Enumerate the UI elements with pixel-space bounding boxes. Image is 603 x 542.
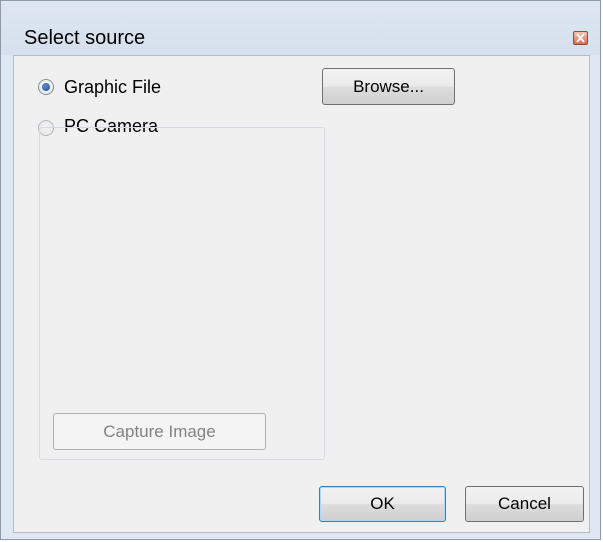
- graphic-file-radio[interactable]: [38, 79, 54, 95]
- browse-button-label: Browse...: [353, 77, 424, 96]
- select-source-dialog: Select source Graphic File PC Camera Bro…: [0, 0, 601, 540]
- title-bar: Select source: [1, 1, 600, 55]
- close-button[interactable]: [573, 31, 588, 45]
- cancel-button[interactable]: Cancel: [465, 486, 584, 522]
- pc-camera-group: [39, 127, 325, 460]
- dialog-title: Select source: [24, 27, 146, 49]
- browse-button[interactable]: Browse...: [322, 68, 455, 105]
- ok-button[interactable]: OK: [319, 486, 446, 522]
- cancel-button-label: Cancel: [498, 494, 551, 513]
- ok-button-label: OK: [370, 494, 395, 513]
- capture-image-button[interactable]: Capture Image: [53, 413, 266, 450]
- close-icon: [576, 33, 585, 43]
- capture-image-button-label: Capture Image: [103, 422, 216, 441]
- radio-selected-dot: [42, 83, 50, 91]
- graphic-file-label[interactable]: Graphic File: [64, 77, 161, 98]
